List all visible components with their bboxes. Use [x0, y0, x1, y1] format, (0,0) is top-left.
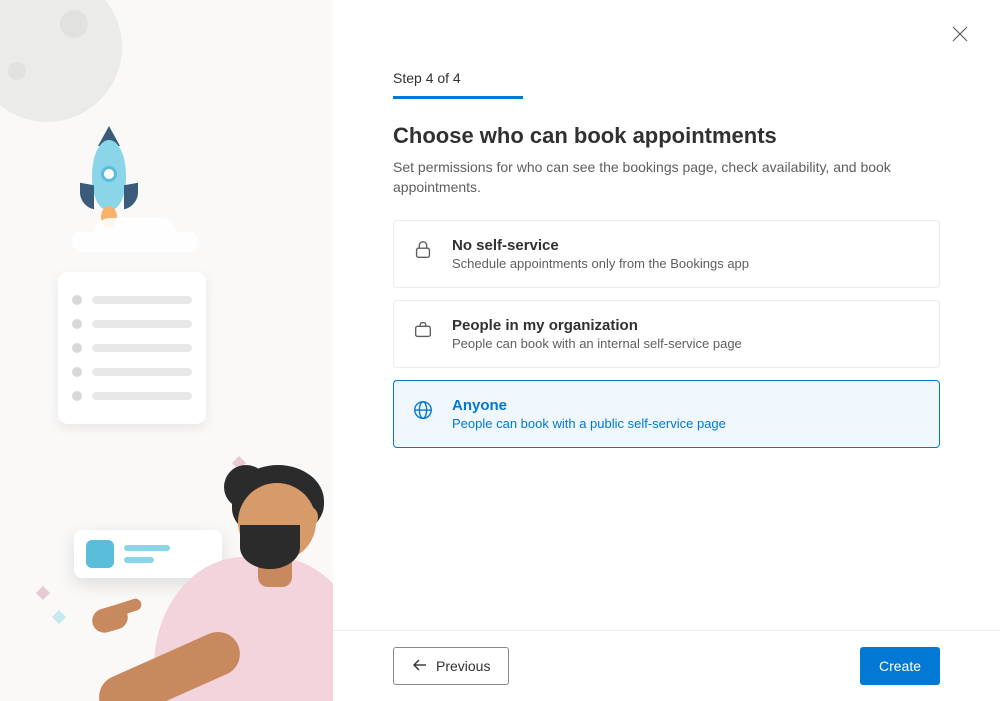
create-button[interactable]: Create	[860, 647, 940, 685]
arrow-left-icon	[412, 657, 428, 676]
page-heading: Choose who can book appointments	[393, 123, 940, 149]
close-icon	[952, 26, 968, 47]
option-anyone[interactable]: Anyone People can book with a public sel…	[393, 380, 940, 448]
option-title: Anyone	[452, 397, 726, 414]
rocket-illustration	[92, 140, 126, 210]
previous-label: Previous	[436, 658, 490, 674]
cloud-illustration	[72, 232, 142, 252]
option-title: No self-service	[452, 237, 749, 254]
wizard-footer: Previous Create	[333, 630, 1000, 701]
option-title: People in my organization	[452, 317, 742, 334]
page-subtitle: Set permissions for who can see the book…	[393, 157, 913, 198]
illustration-panel	[0, 0, 333, 701]
previous-button[interactable]: Previous	[393, 647, 509, 685]
create-label: Create	[879, 658, 921, 674]
option-desc: Schedule appointments only from the Book…	[452, 256, 749, 271]
option-desc: People can book with a public self-servi…	[452, 416, 726, 431]
option-people-in-org[interactable]: People in my organization People can boo…	[393, 300, 940, 368]
briefcase-icon	[412, 319, 434, 341]
person-illustration	[98, 467, 333, 701]
option-no-self-service[interactable]: No self-service Schedule appointments on…	[393, 220, 940, 288]
globe-icon	[412, 399, 434, 421]
moon-illustration	[0, 0, 122, 122]
step-label: Step 4 of 4	[393, 70, 940, 86]
list-card-illustration	[58, 272, 206, 424]
progress-bar	[393, 96, 523, 99]
close-button[interactable]	[948, 24, 972, 48]
option-desc: People can book with an internal self-se…	[452, 336, 742, 351]
lock-icon	[412, 239, 434, 261]
